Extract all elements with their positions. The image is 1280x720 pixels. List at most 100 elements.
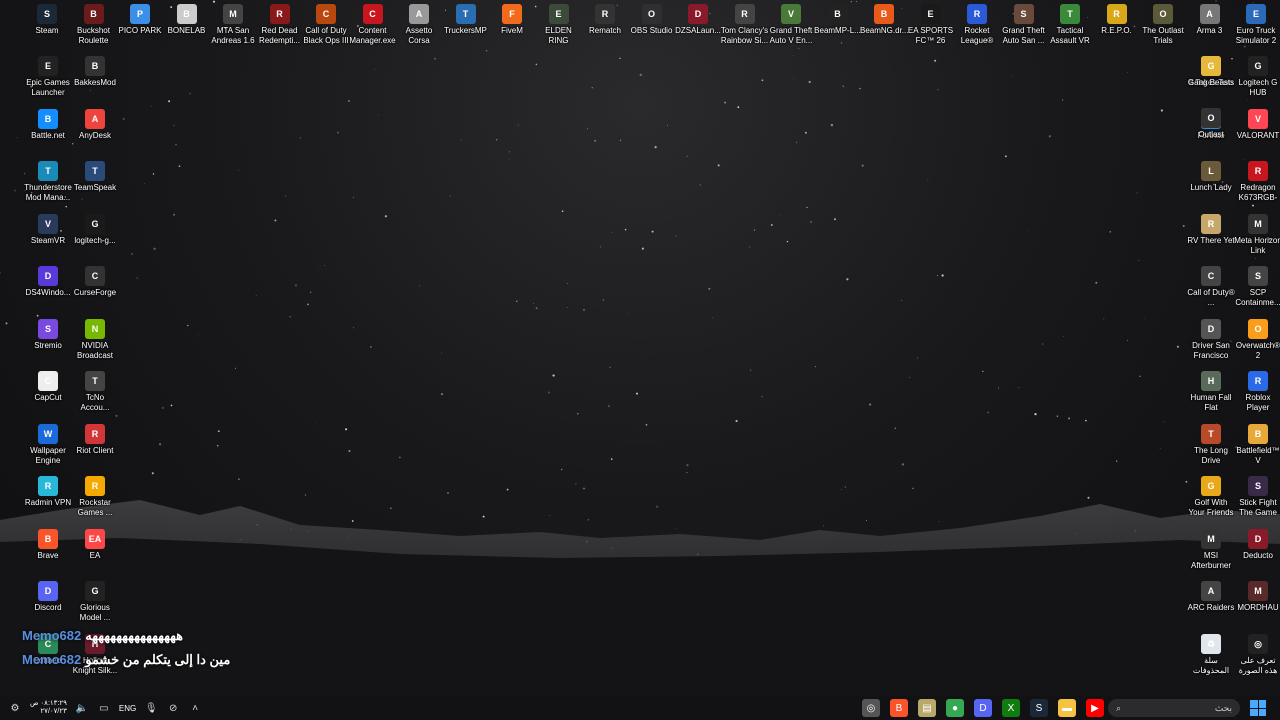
network-icon[interactable]: ▭ [97, 701, 111, 715]
desktop-shortcut[interactable]: R Red Dead Redempti... [256, 4, 304, 46]
desktop-shortcut[interactable]: S Stremio [24, 318, 72, 351]
notifications-off-icon[interactable]: ⊘ [166, 701, 180, 715]
desktop-shortcut[interactable]: B BeamNG.dr... [860, 4, 908, 36]
star [761, 79, 764, 82]
star [441, 352, 443, 354]
desktop-shortcut[interactable]: C Call of Duty Black Ops III [302, 4, 350, 46]
desktop-shortcut[interactable]: D DS4Windo... [24, 266, 72, 298]
steam-taskbar-icon[interactable]: S [1030, 699, 1048, 717]
desktop-shortcut[interactable]: Glogitech-g... [71, 213, 119, 246]
desktop-shortcut[interactable]: R Rockstar Games ... [71, 476, 119, 518]
desktop-shortcut[interactable]: D Discord [24, 581, 72, 613]
desktop-shortcut[interactable]: R Riot Client [71, 423, 119, 456]
desktop-shortcut[interactable]: G Gang Beasts [1187, 56, 1235, 88]
desktop-shortcut[interactable]: R RV There Yet [1187, 213, 1235, 246]
desktop-shortcut[interactable]: A ARC Raiders [1187, 581, 1235, 613]
volume-icon[interactable]: 🔈 [75, 701, 89, 715]
desktop-shortcut[interactable]: C CapCut [24, 371, 72, 403]
star [485, 49, 488, 52]
desktop-shortcut[interactable]: R Rematch [581, 4, 629, 36]
chevron-up-icon[interactable]: ˄ [188, 701, 202, 715]
desktop-shortcut[interactable]: B Battle.net [24, 108, 72, 141]
desktop-shortcut[interactable]: N NVIDIA Broadcast [71, 318, 119, 361]
desktop-shortcut[interactable]: E Euro Truck Simulator 2 [1232, 4, 1280, 46]
youtube-icon[interactable]: ▶ [1086, 699, 1104, 717]
desktop-shortcut[interactable]: H Human Fall Flat [1187, 371, 1235, 413]
desktop-shortcut[interactable]: M Meta Horizon Link [1234, 213, 1280, 256]
folder-app-icon[interactable]: ▤ [918, 699, 936, 717]
language-indicator[interactable]: ENG [119, 704, 136, 713]
desktop-shortcut[interactable]: M MSI Afterburner [1187, 528, 1235, 571]
desktop-shortcut[interactable]: C Call of Duty® ... [1187, 266, 1235, 308]
desktop-shortcut[interactable]: M MORDHAU [1234, 581, 1280, 613]
desktop-shortcut[interactable]: S Stick Fight The Game [1234, 476, 1280, 518]
desktop-shortcut[interactable]: G Golf With Your Friends [1187, 476, 1235, 518]
desktop-shortcut[interactable]: R Radmin VPN [24, 476, 72, 508]
desktop-shortcut[interactable]: O OBS Studio [628, 4, 676, 36]
desktop-shortcut[interactable]: R R.E.P.O. [1093, 4, 1141, 36]
discord-taskbar-icon[interactable]: D [974, 699, 992, 717]
star [654, 146, 657, 149]
desktop-shortcut[interactable]: B BakkesMod [71, 56, 119, 88]
desktop-shortcut[interactable]: A Assetto Corsa [395, 4, 443, 46]
desktop-shortcut[interactable]: T TeamSpeak [71, 161, 119, 193]
shortcut-label: EA [89, 550, 101, 560]
settings-icon[interactable]: ⚙ [8, 701, 22, 715]
desktop-shortcut[interactable]: E Epic Games Launcher [24, 56, 72, 98]
microphone-icon[interactable]: 🎙 [144, 701, 158, 715]
desktop-shortcut[interactable]: S SCP Containme... [1234, 266, 1280, 308]
start-button[interactable] [1250, 700, 1266, 716]
desktop-shortcut[interactable]: T TcNo Accou... [71, 371, 119, 413]
desktop-shortcut[interactable]: P PICO PARK [116, 4, 164, 36]
desktop-shortcut[interactable]: R Roblox Player [1234, 371, 1280, 413]
desktop-shortcut[interactable]: M MTA San Andreas 1.6 [209, 4, 257, 46]
desktop-shortcut[interactable]: L Lunch Lady [1187, 161, 1235, 193]
desktop-shortcut[interactable]: V VALORANT [1234, 108, 1280, 141]
desktop-shortcut[interactable]: ◎ تعرف على هذه الصورة [1234, 633, 1280, 676]
chrome-icon[interactable]: ● [946, 699, 964, 717]
desktop-shortcut[interactable]: D Driver San Francisco [1187, 318, 1235, 361]
desktop-shortcut[interactable]: ♻ سلة المحذوفات [1187, 633, 1235, 676]
desktop-shortcut[interactable]: R Tom Clancy's Rainbow Si... [721, 4, 769, 46]
file-explorer-icon[interactable]: ▬ [1058, 699, 1076, 717]
clock[interactable]: ٠٨:١٣:٢٩ ص ٢٧/٠٧/٢٣ [30, 700, 67, 716]
desktop-shortcut[interactable]: T Thunderstore Mod Mana... [24, 161, 72, 203]
desktop-shortcut[interactable]: C Content Manager.exe [349, 4, 397, 46]
desktop-shortcut[interactable]: B BONELAB [163, 4, 211, 36]
desktop-shortcut[interactable]: D DZSALaun... [674, 4, 722, 36]
desktop-shortcut[interactable]: O Outlast [1187, 108, 1235, 140]
desktop-shortcut[interactable]: R Rocket League® [953, 4, 1001, 46]
desktop-shortcut[interactable]: EA EA [71, 528, 119, 561]
desktop-shortcut[interactable]: F FiveM [488, 4, 536, 36]
desktop-shortcut[interactable]: E EA SPORTS FC™ 26 [907, 4, 955, 46]
tactical-vr-icon: T [1060, 4, 1080, 24]
desktop-shortcut[interactable]: T Tactical Assault VR [1046, 4, 1094, 46]
desktop-shortcut[interactable]: T The Long Drive [1187, 423, 1235, 466]
brave-taskbar-icon[interactable]: B [890, 699, 908, 717]
desktop-shortcut[interactable]: V SteamVR [24, 213, 72, 246]
desktop-shortcut[interactable]: B Brave [24, 528, 72, 561]
desktop-shortcut[interactable]: V Grand Theft Auto V En... [767, 4, 815, 46]
desktop-shortcut[interactable]: C CurseForge [71, 266, 119, 298]
desktop-shortcut[interactable]: A AnyDesk [71, 108, 119, 141]
desktop-shortcut[interactable]: S Grand Theft Auto San ... [1000, 4, 1048, 46]
desktop-shortcut[interactable]: A Arma 3 [1186, 4, 1234, 36]
desktop-shortcut[interactable]: B BeamMP-L... [814, 4, 862, 36]
desktop-shortcut[interactable]: E ELDEN RING [535, 4, 583, 46]
desktop-shortcut[interactable]: O The Outlast Trials [1139, 4, 1187, 46]
desktop-shortcut[interactable]: D Deducto [1234, 528, 1280, 561]
desktop-shortcut[interactable]: S Steam [23, 4, 71, 36]
aim-icon[interactable]: ◎ [862, 699, 880, 717]
desktop-shortcut[interactable]: O Overwatch® 2 [1234, 318, 1280, 361]
desktop-shortcut[interactable]: B Buckshot Roulette [70, 4, 118, 46]
desktop-shortcut[interactable]: T TruckersMP [442, 4, 490, 36]
desktop-shortcut[interactable]: G Logitech G HUB [1234, 56, 1280, 98]
desktop-shortcut[interactable]: W Wallpaper Engine [24, 423, 72, 466]
star [5, 322, 8, 325]
desktop-shortcut[interactable]: B Battlefield™ V [1234, 423, 1280, 466]
search-box[interactable]: ⌕ بحث [1108, 699, 1240, 717]
desktop-shortcut[interactable]: G Glorious Model ... [71, 581, 119, 623]
star [735, 419, 738, 423]
xbox-icon[interactable]: X [1002, 699, 1020, 717]
desktop-shortcut[interactable]: R Redragon K673RGB-P... [1234, 161, 1280, 203]
